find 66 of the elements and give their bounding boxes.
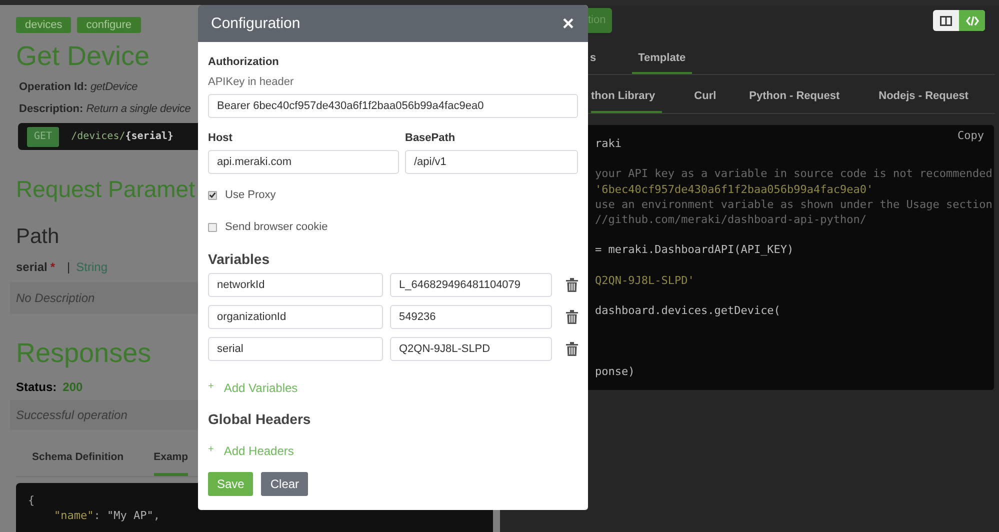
delete-button[interactable]	[566, 278, 578, 292]
input-field[interactable]: Bearer 6bec40cf957de430a6f1f2baa056b99a4fac9ea0	[208, 94, 578, 118]
input-field[interactable]: serial	[208, 337, 383, 361]
dialog-title: Configuration	[211, 15, 300, 32]
input-field[interactable]: 549236	[390, 305, 552, 329]
section-heading: Variables	[208, 251, 270, 267]
status-code: 200	[62, 380, 83, 394]
code-line: dashboard.devices.getDevice(	[595, 303, 780, 318]
parameter-type: String	[76, 260, 108, 274]
field-label: APIKey in header	[208, 76, 295, 88]
trash-icon	[566, 310, 578, 324]
field-label: Operation Id:	[19, 81, 88, 93]
close-button[interactable]: ×	[562, 14, 574, 34]
checkbox[interactable]	[208, 190, 217, 200]
columns-icon	[940, 16, 952, 26]
section-heading: Global Headers	[208, 411, 312, 427]
code-line: use an environment variable as shown under the Usage section	[595, 196, 992, 212]
section-heading: Path	[16, 224, 60, 250]
checkbox-label: Use Proxy	[225, 189, 276, 201]
code-line: raki	[595, 136, 622, 152]
separator: |	[67, 260, 70, 274]
field-label: Status:	[16, 380, 57, 394]
checkbox-label: Send browser cookie	[225, 221, 328, 233]
code-line: "name": "My AP",	[54, 508, 160, 523]
tab[interactable]: Nodejs - Request	[878, 79, 968, 113]
code-line: = meraki.DashboardAPI(API_KEY)	[595, 242, 794, 258]
check-icon	[209, 192, 216, 198]
input-field[interactable]: organizationId	[208, 305, 383, 329]
code-line: '6bec40cf957de430a6f1f2baa056b99a4fac9ea0'	[595, 182, 874, 197]
trash-icon	[566, 342, 578, 356]
section-label: Authorization	[208, 56, 280, 68]
endpoint-path: /devices/{serial}	[71, 131, 174, 142]
code-line: Q2QN-9J8L-SLPD'	[595, 272, 694, 288]
input-field[interactable]: /api/v1	[405, 150, 578, 174]
required-mark: *	[50, 260, 56, 274]
clear-button[interactable]: Clear	[261, 472, 308, 496]
tab[interactable]: s	[590, 45, 596, 74]
field-label: Description:	[19, 103, 84, 115]
page-title: Get Device	[16, 41, 150, 71]
parameter-name: serial	[16, 260, 48, 274]
tab[interactable]: Examp	[154, 442, 188, 476]
input-field[interactable]: networkId	[208, 273, 383, 297]
input-field[interactable]: Q2QN-9J8L-SLPD	[390, 337, 552, 361]
section-heading: Responses	[16, 338, 152, 368]
code-icon	[966, 16, 978, 26]
field-label: Host	[208, 132, 234, 144]
tab[interactable]: thon Library	[591, 79, 662, 113]
delete-button[interactable]	[566, 310, 578, 324]
trash-icon	[566, 278, 578, 292]
delete-button[interactable]	[566, 342, 578, 356]
tab[interactable]: Schema Definition	[32, 442, 124, 476]
field-label: BasePath	[405, 132, 456, 144]
code-line: ponse)	[595, 364, 635, 379]
method-badge: GET	[27, 126, 60, 146]
view-toggle[interactable]	[933, 10, 985, 31]
input-field[interactable]: L_646829496481104079	[390, 273, 552, 297]
tab[interactable]: Python - Request	[749, 79, 840, 113]
section-heading: Request Paramet	[16, 175, 195, 204]
checkbox[interactable]	[208, 222, 217, 232]
copy-button[interactable]: Copy	[958, 129, 984, 142]
tab[interactable]: Template	[632, 45, 692, 74]
tab[interactable]: Curl	[694, 79, 716, 113]
input-field[interactable]: api.meraki.com	[208, 150, 399, 174]
code-line: your API key as a variable in source code is not recommended	[595, 166, 992, 182]
code-line: //github.com/meraki/dashboard-api-python/	[595, 212, 867, 228]
code-line: {	[28, 493, 35, 508]
